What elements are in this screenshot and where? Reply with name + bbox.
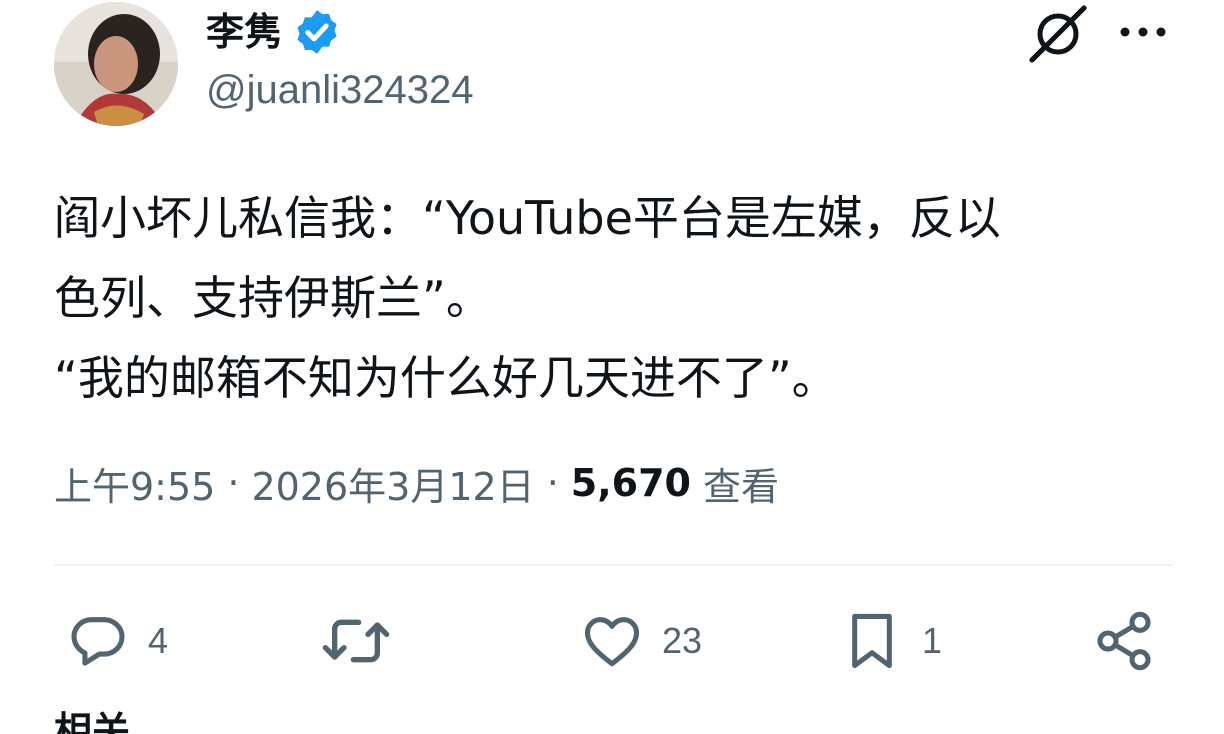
bookmark-icon <box>852 613 892 669</box>
meta-separator: · <box>546 461 559 505</box>
tweet-text: 阎小坏儿私信我：“YouTube平台是左媒，反以 色列、支持伊斯兰”。 “我的邮… <box>54 178 1174 418</box>
avatar[interactable] <box>54 2 178 126</box>
heart-icon <box>584 617 640 667</box>
share-button[interactable] <box>1092 606 1156 676</box>
grok-icon[interactable] <box>1026 4 1090 64</box>
tweet-detail: 李隽 @juanli324324 阎小坏儿私信我：“YouTube平台是左媒，反… <box>0 0 1224 734</box>
like-button[interactable]: 23 <box>580 606 702 676</box>
share-icon <box>1097 611 1151 671</box>
divider <box>54 564 1174 566</box>
reply-icon <box>71 617 125 666</box>
tweet-text-line: 色列、支持伊斯兰”。 <box>54 271 492 325</box>
tweet-time[interactable]: 上午9:55 <box>54 456 215 511</box>
meta-separator: · <box>227 461 240 505</box>
retweet-icon <box>322 619 390 663</box>
views-label[interactable]: 查看 <box>703 456 779 511</box>
related-section-title: 相关 <box>54 709 131 734</box>
bookmark-count: 1 <box>922 620 943 661</box>
like-count: 23 <box>662 620 703 661</box>
author-handle[interactable]: @juanli324324 <box>206 70 473 110</box>
more-icon[interactable] <box>1116 22 1170 42</box>
author-name-row[interactable]: 李隽 <box>206 4 342 60</box>
retweet-button[interactable] <box>320 606 410 676</box>
tweet-text-line: “我的邮箱不知为什么好几天进不了”。 <box>54 351 838 405</box>
views-count[interactable]: 5,670 <box>571 461 691 505</box>
tweet-meta: 上午9:55 · 2026年3月12日 · 5,670 查看 <box>54 456 779 511</box>
verified-badge-icon[interactable] <box>292 7 342 57</box>
tweet-text-line: 阎小坏儿私信我：“YouTube平台是左媒，反以 <box>54 191 1001 245</box>
tweet-date[interactable]: 2026年3月12日 <box>251 456 534 511</box>
reply-count: 4 <box>148 620 169 661</box>
avatar-image <box>54 2 178 126</box>
bookmark-button[interactable]: 1 <box>840 606 942 676</box>
display-name[interactable]: 李隽 <box>206 13 282 51</box>
reply-button[interactable]: 4 <box>66 606 168 676</box>
